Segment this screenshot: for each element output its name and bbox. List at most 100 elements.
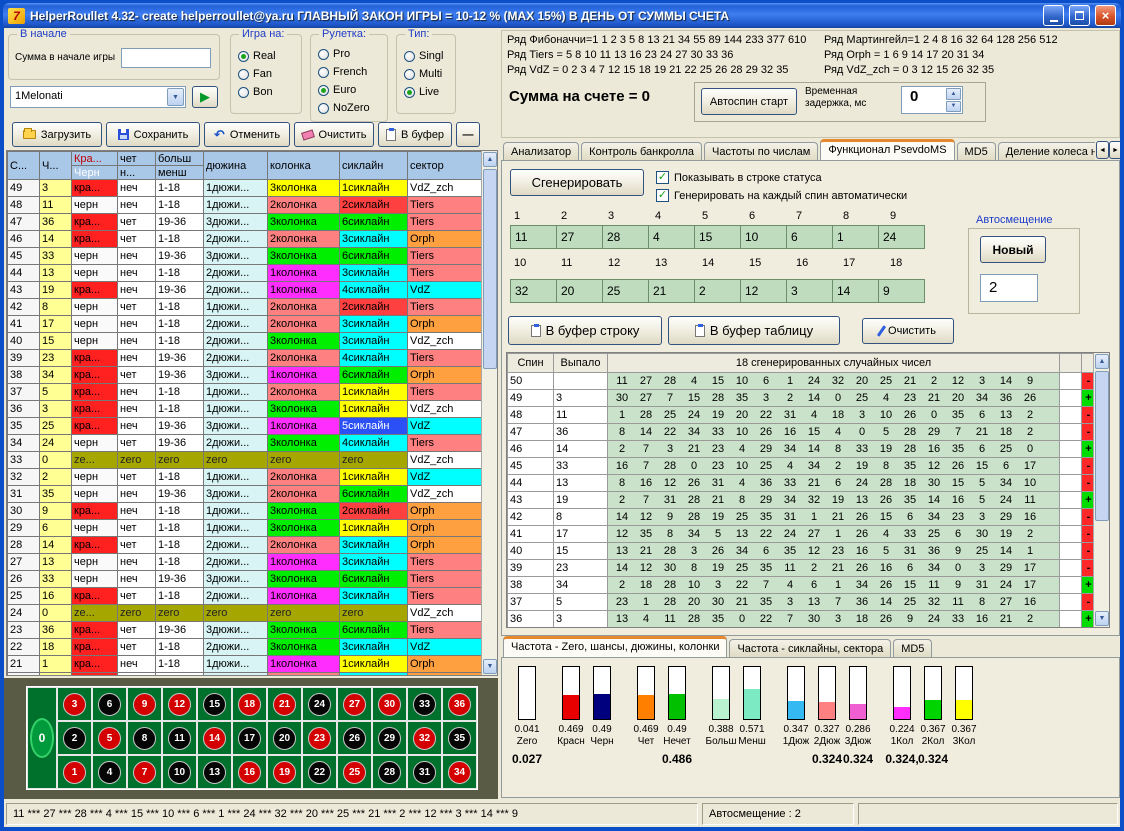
board-number-21[interactable]: 21 — [273, 693, 296, 716]
delay-spinner[interactable]: 0 ▲ ▼ — [901, 86, 963, 114]
copy-row-button[interactable]: В буфер строку — [508, 316, 662, 345]
history-row[interactable]: 330ze...zerozerozerozerozeroVdZ_zch — [8, 452, 484, 469]
history-row[interactable]: 3834кра...чет19-363дюжи...1колонка6сикла… — [8, 367, 484, 384]
freq-tab-MD5[interactable]: MD5 — [893, 639, 932, 658]
history-row[interactable]: 3923кра...неч19-362дюжи...2колонка4сикла… — [8, 350, 484, 367]
clear-button[interactable]: Очистить — [294, 122, 374, 147]
history-row[interactable]: 211кра...неч1-181дюжи...1колонка1сиклайн… — [8, 656, 484, 673]
board-cell[interactable]: 1 — [57, 755, 92, 789]
board-number-34[interactable]: 34 — [448, 761, 471, 784]
board-number-26[interactable]: 26 — [343, 727, 366, 750]
history-scrollbar[interactable]: ▲ ▼ — [481, 151, 497, 675]
board-number-9[interactable]: 9 — [133, 693, 156, 716]
history-row[interactable]: 4811черннеч1-181дюжи...2колонка2сиклайнT… — [8, 197, 484, 214]
checkbox-status-line[interactable]: ✓ Показывать в строке статуса — [656, 170, 822, 185]
board-number-19[interactable]: 19 — [273, 761, 296, 784]
board-cell[interactable]: 25 — [337, 755, 372, 789]
history-row[interactable]: 4736кра...чет19-363дюжи...3колонка6сикла… — [8, 214, 484, 231]
history-row[interactable]: 4015черннеч1-182дюжи...3колонка3сиклайнV… — [8, 333, 484, 350]
radio-multi[interactable]: Multi — [397, 65, 455, 83]
history-row[interactable]: 428чернчет1-181дюжи...2колонка2сиклайнTi… — [8, 299, 484, 316]
board-number-3[interactable]: 3 — [63, 693, 86, 716]
board-cell[interactable]: 26 — [337, 721, 372, 755]
history-row[interactable]: 363кра...неч1-181дюжи...3колонка1сиклайн… — [8, 401, 484, 418]
tab-Деление колеса на[interactable]: Деление колеса на — [998, 142, 1095, 161]
history-row[interactable]: 296чернчет1-181дюжи...3колонка1сиклайнOr… — [8, 520, 484, 537]
history-row[interactable]: 309кра...неч1-181дюжи...3колонка2сиклайн… — [8, 503, 484, 520]
history-row[interactable]: 3135черннеч19-363дюжи...2колонка6сиклайн… — [8, 486, 484, 503]
board-cell[interactable]: 24 — [302, 687, 337, 721]
board-cell[interactable]: 2 — [57, 721, 92, 755]
save-button[interactable]: Сохранить — [106, 122, 200, 147]
board-number-27[interactable]: 27 — [343, 693, 366, 716]
spins-scrollbar[interactable]: ▲ ▼ — [1093, 353, 1109, 627]
board-cell[interactable]: 8 — [127, 721, 162, 755]
board-cell[interactable]: 36 — [442, 687, 477, 721]
history-row[interactable]: 3525кра...неч19-363дюжи...1колонка5сикла… — [8, 418, 484, 435]
board-cell[interactable]: 10 — [162, 755, 197, 789]
board-cell[interactable]: 33 — [407, 687, 442, 721]
history-row[interactable]: 2713черннеч1-182дюжи...1колонка3сиклайнT… — [8, 554, 484, 571]
history-row[interactable]: 4319кра...неч19-362дюжи...1колонка4сикла… — [8, 282, 484, 299]
collapse-button[interactable]: — — [456, 122, 480, 147]
board-cell[interactable]: 30 — [372, 687, 407, 721]
board-cell[interactable]: 22 — [302, 755, 337, 789]
history-row[interactable]: 4413черннеч1-182дюжи...1колонка3сиклайнT… — [8, 265, 484, 282]
radio-icon[interactable] — [404, 69, 415, 80]
spin-down-icon[interactable]: ▼ — [946, 101, 961, 113]
tab-MD5[interactable]: MD5 — [957, 142, 996, 161]
history-scrollbar-thumb[interactable] — [483, 169, 497, 369]
board-cell[interactable]: 5 — [92, 721, 127, 755]
board-cell[interactable]: 20 — [267, 721, 302, 755]
board-cell[interactable]: 7 — [127, 755, 162, 789]
load-button[interactable]: Загрузить — [12, 122, 102, 147]
board-number-22[interactable]: 22 — [308, 761, 331, 784]
tab-Функционал PsevdoMS[interactable]: Функционал PsevdoMS — [820, 139, 954, 161]
radio-real[interactable]: Real — [231, 47, 301, 65]
board-cell[interactable]: 35 — [442, 721, 477, 755]
board-number-5[interactable]: 5 — [98, 727, 121, 750]
checkbox-icon[interactable]: ✓ — [656, 171, 669, 184]
radio-icon[interactable] — [318, 103, 329, 114]
board-number-12[interactable]: 12 — [168, 693, 191, 716]
board-cell[interactable]: 34 — [442, 755, 477, 789]
board-cell[interactable]: 16 — [232, 755, 267, 789]
radio-euro[interactable]: Euro — [311, 81, 387, 99]
board-cell[interactable]: 14 — [197, 721, 232, 755]
new-button[interactable]: Новый — [980, 236, 1046, 263]
history-row[interactable]: 4117черннеч1-182дюжи...2колонка3сиклайнO… — [8, 316, 484, 333]
checkbox-icon[interactable]: ✓ — [656, 189, 669, 202]
start-sum-input[interactable] — [121, 48, 211, 68]
history-row[interactable]: 493кра...неч1-181дюжи...3колонка1сиклайн… — [8, 180, 484, 197]
board-number-18[interactable]: 18 — [238, 693, 261, 716]
copy-table-button[interactable]: В буфер таблицу — [668, 316, 840, 345]
board-cell[interactable]: 31 — [407, 755, 442, 789]
board-number-31[interactable]: 31 — [413, 761, 436, 784]
board-cell[interactable]: 15 — [197, 687, 232, 721]
radio-nozero[interactable]: NoZero — [311, 99, 387, 117]
board-number-8[interactable]: 8 — [133, 727, 156, 750]
history-row[interactable]: 2633черннеч19-363дюжи...3колонка6сиклайн… — [8, 571, 484, 588]
undo-button[interactable]: ↶ Отменить — [204, 122, 290, 147]
board-number-7[interactable]: 7 — [133, 761, 156, 784]
freq-tab-Частота - сиклайны, сектора[interactable]: Частота - сиклайны, сектора — [729, 639, 891, 658]
maximize-button[interactable] — [1069, 5, 1090, 26]
board-number-33[interactable]: 33 — [413, 693, 436, 716]
board-cell[interactable]: 19 — [267, 755, 302, 789]
radio-icon[interactable] — [404, 87, 415, 98]
history-row[interactable]: 322чернчет1-181дюжи...2колонка1сиклайнVd… — [8, 469, 484, 486]
board-cell[interactable]: 11 — [162, 721, 197, 755]
board-cell[interactable]: 9 — [127, 687, 162, 721]
radio-icon[interactable] — [404, 51, 415, 62]
radio-icon[interactable] — [238, 69, 249, 80]
history-row[interactable]: 4614кра...чет1-182дюжи...2колонка3сиклай… — [8, 231, 484, 248]
radio-french[interactable]: French — [311, 63, 387, 81]
board-number-0[interactable]: 0 — [30, 718, 54, 758]
history-row[interactable]: 240ze...zerozerozerozerozeroVdZ_zch — [8, 605, 484, 622]
board-number-17[interactable]: 17 — [238, 727, 261, 750]
history-row[interactable]: 4533черннеч19-363дюжи...3колонка6сиклайн… — [8, 248, 484, 265]
scroll-up-icon[interactable]: ▲ — [483, 152, 497, 167]
checkbox-autogenerate[interactable]: ✓ Генерировать на каждый спин автоматиче… — [656, 188, 907, 203]
board-number-23[interactable]: 23 — [308, 727, 331, 750]
tab-scroll-left-button[interactable]: ◄ — [1096, 141, 1109, 159]
